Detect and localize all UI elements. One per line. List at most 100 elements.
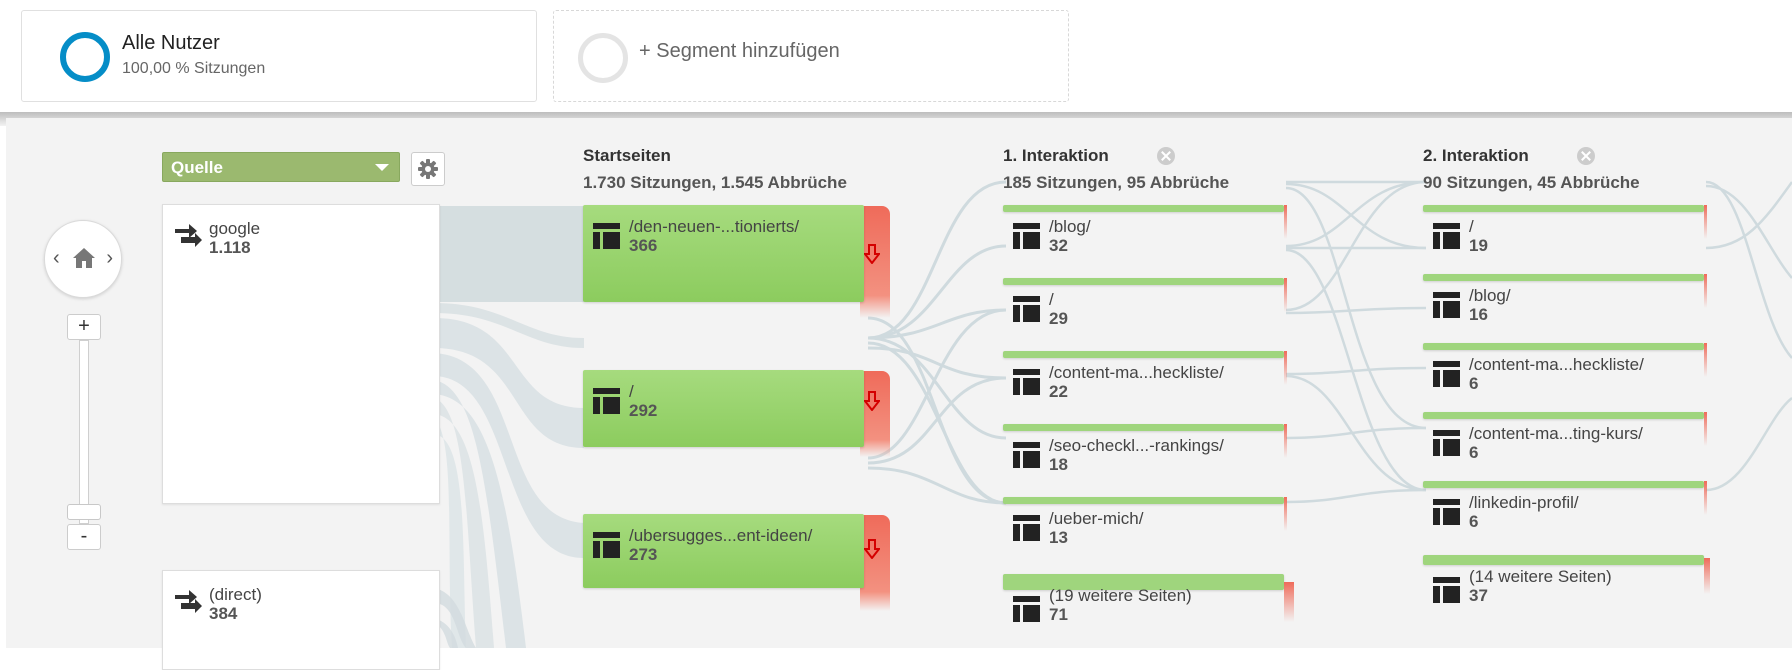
interaction1-node[interactable]: /seo-checkl...-rankings/ 18: [1003, 424, 1284, 484]
page-value: 273: [629, 545, 658, 564]
dimension-dropdown-label: Quelle: [171, 158, 223, 177]
source-arrows-icon: [175, 224, 202, 247]
page-label: /linkedin-profil/: [1469, 493, 1579, 512]
segment-all-users[interactable]: Alle Nutzer 100,00 % Sitzungen: [21, 10, 537, 102]
dropoff-bar: [1284, 278, 1287, 312]
zoom-slider-track[interactable]: [79, 340, 89, 524]
segment-ring-icon: [60, 32, 110, 82]
page-layout-icon: [593, 223, 620, 249]
dropoff-bar: [1284, 351, 1287, 385]
interaction1-node[interactable]: /content-ma...heckliste/ 22: [1003, 351, 1284, 411]
page-label: (19 weitere Seiten): [1049, 586, 1192, 605]
behavior-flow-canvas: ‹ › + - Quelle google 1.118 (direct) 384…: [6, 118, 1792, 670]
interaction2-node[interactable]: /content-ma...heckliste/ 6: [1423, 343, 1704, 403]
interaction2-node[interactable]: (14 weitere Seiten) 37: [1423, 555, 1704, 625]
dimension-dropdown[interactable]: Quelle: [162, 152, 400, 182]
column-header-interaction-1: 1. Interaktion 185 Sitzungen, 95 Abbrüch…: [1003, 146, 1229, 193]
source-name: google: [209, 219, 261, 238]
source-node-direct[interactable]: (direct) 384: [162, 570, 440, 670]
links-int1-to-int2: [1285, 180, 1427, 504]
dropoff-bar: [1704, 481, 1707, 515]
dropoff-bar: [1704, 558, 1710, 594]
page-layout-icon: [1013, 296, 1040, 322]
column-title: Startseiten: [583, 146, 671, 165]
dropoff-bar: [1284, 497, 1287, 531]
zoom-out-button[interactable]: -: [67, 524, 101, 550]
dropoff-bar[interactable]: [860, 515, 890, 611]
pan-left-button[interactable]: ‹: [53, 247, 60, 270]
chevron-down-icon: [375, 164, 389, 171]
links-int2-out: [1705, 180, 1792, 492]
segment-bar: Alle Nutzer 100,00 % Sitzungen + Segment…: [0, 0, 1792, 116]
page-layout-icon: [1433, 361, 1460, 387]
dropoff-arrow-icon: [864, 244, 880, 264]
start-page-node[interactable]: / 292: [583, 370, 864, 447]
column-header-start-pages: Startseiten 1.730 Sitzungen, 1.545 Abbrü…: [583, 146, 847, 193]
dropoff-bar: [1284, 205, 1287, 239]
page-value: 13: [1049, 528, 1068, 547]
source-name: (direct): [209, 585, 262, 604]
interaction2-node[interactable]: / 19: [1423, 205, 1704, 265]
page-layout-icon: [1433, 430, 1460, 456]
start-page-node[interactable]: /den-neuen-...tionierts/ 366: [583, 205, 864, 302]
page-layout-icon: [1433, 223, 1460, 249]
zoom-in-button[interactable]: +: [67, 314, 101, 340]
page-layout-icon: [1433, 292, 1460, 318]
page-value: 22: [1049, 382, 1068, 401]
page-value: 32: [1049, 236, 1068, 255]
dropoff-bar: [1704, 205, 1707, 239]
page-layout-icon: [1013, 442, 1040, 468]
interaction2-node[interactable]: /content-ma...ting-kurs/ 6: [1423, 412, 1704, 472]
page-layout-icon: [1433, 577, 1460, 603]
dropoff-arrow-icon: [864, 539, 880, 559]
pan-right-button[interactable]: ›: [106, 247, 113, 270]
column-title: 2. Interaktion: [1423, 146, 1529, 165]
source-value: 1.118: [209, 238, 251, 257]
page-label: /ueber-mich/: [1049, 509, 1144, 528]
dropoff-bar[interactable]: [860, 206, 890, 318]
close-icon[interactable]: [1157, 147, 1175, 165]
zoom-slider-handle[interactable]: [67, 504, 101, 520]
page-label: /blog/: [1049, 217, 1091, 236]
interaction1-node[interactable]: / 29: [1003, 278, 1284, 338]
add-segment-label: + Segment hinzufügen: [639, 40, 840, 62]
page-value: 16: [1469, 305, 1488, 324]
page-value: 19: [1469, 236, 1488, 255]
page-layout-icon: [1013, 223, 1040, 249]
column-title: 1. Interaktion: [1003, 146, 1109, 165]
column-header-interaction-2: 2. Interaktion 90 Sitzungen, 45 Abbrüche: [1423, 146, 1640, 193]
interaction2-node[interactable]: /linkedin-profil/ 6: [1423, 481, 1704, 541]
dropoff-bar: [1284, 424, 1287, 458]
dropoff-bar: [1704, 343, 1707, 377]
page-value: 6: [1469, 374, 1479, 393]
interaction1-node[interactable]: /blog/ 32: [1003, 205, 1284, 265]
page-layout-icon: [1013, 515, 1040, 541]
page-label: /: [1469, 217, 1474, 236]
start-page-node[interactable]: /ubersugges...ent-ideen/ 273: [583, 514, 864, 588]
page-label: /blog/: [1469, 286, 1511, 305]
page-value: 18: [1049, 455, 1068, 474]
column-stats: 1.730 Sitzungen, 1.545 Abbrüche: [583, 173, 847, 192]
page-layout-icon: [593, 532, 620, 558]
home-icon[interactable]: [71, 246, 97, 270]
empty-segment-ring-icon: [578, 33, 628, 83]
page-label: /content-ma...heckliste/: [1049, 363, 1224, 382]
close-icon[interactable]: [1577, 147, 1595, 165]
page-value: 37: [1469, 586, 1488, 605]
dropoff-bar: [1284, 582, 1294, 622]
add-segment-button[interactable]: + Segment hinzufügen: [553, 10, 1069, 102]
dropoff-bar[interactable]: [860, 371, 890, 457]
page-value: 292: [629, 401, 658, 420]
dropoff-bar: [1704, 412, 1707, 446]
gear-icon: [418, 159, 438, 179]
interaction1-node[interactable]: /ueber-mich/ 13: [1003, 497, 1284, 557]
page-label: /seo-checkl...-rankings/: [1049, 436, 1224, 455]
source-arrows-icon: [175, 590, 202, 613]
page-label: /content-ma...ting-kurs/: [1469, 424, 1643, 443]
source-node-google[interactable]: google 1.118: [162, 204, 440, 504]
dropoff-arrow-icon: [864, 391, 880, 411]
interaction1-node[interactable]: (19 weitere Seiten) 71: [1003, 574, 1284, 644]
dimension-settings-button[interactable]: [411, 152, 445, 186]
interaction2-node[interactable]: /blog/ 16: [1423, 274, 1704, 334]
page-value: 366: [629, 236, 658, 255]
